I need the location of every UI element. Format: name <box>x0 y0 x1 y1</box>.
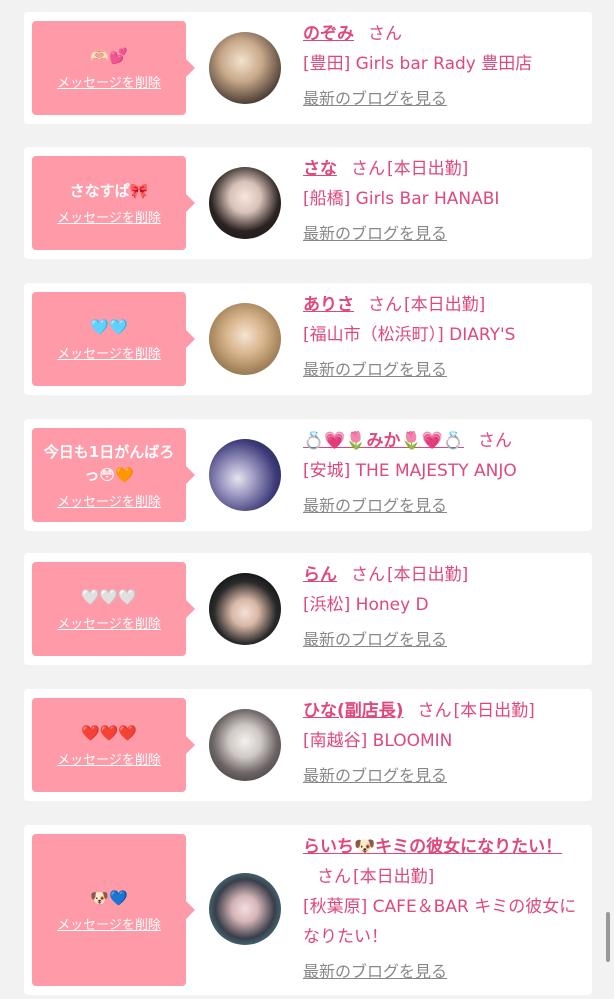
list-item: ❤️❤️❤️ メッセージを削除 ひな(副店長) さん [本日出勤] [南越谷] BL… <box>24 689 592 801</box>
profile-info: らん さん [本日出勤] [浜松] Honey D 最新のブログを見る <box>303 560 584 650</box>
girl-name-link[interactable]: ありさ <box>303 295 354 315</box>
message-bubble: 🫶🏻💕 メッセージを削除 <box>32 21 195 115</box>
list-item: 🫶🏻💕 メッセージを削除 のぞみ さん [豊田] Girls bar Rady 豊… <box>24 12 592 124</box>
status-text: [本日出勤] <box>404 295 486 315</box>
status-text: [本日出勤] <box>453 701 535 721</box>
message-text: 🤍🤍🤍 <box>80 588 138 606</box>
girl-name-link[interactable]: らいち🐶キミの彼女になりたい！ <box>303 837 562 857</box>
profile-info: ひな(副店長) さん [本日出勤] [南越谷] BLOOMIN 最新のブログを見る <box>303 696 584 786</box>
delete-message-link[interactable]: メッセージを削除 <box>57 207 161 226</box>
girl-name-link[interactable]: のぞみ <box>303 24 354 44</box>
list-item: 🐶💙 メッセージを削除 らいち🐶キミの彼女になりたい！ さん [本日出勤] [秋葉原… <box>24 825 592 995</box>
list-item: 今日も1日がんばろっ😳🧡 メッセージを削除 💍💗🌷みか🌷💗💍 さん [安城] TH… <box>24 419 592 531</box>
latest-blog-link[interactable]: 最新のブログを見る <box>303 85 447 109</box>
status-text: [本日出勤] <box>353 867 435 887</box>
message-text: 今日も1日がんばろっ😳🧡 <box>43 442 175 484</box>
girl-name-link[interactable]: らん <box>303 565 337 585</box>
latest-blog-link[interactable]: 最新のブログを見る <box>303 356 447 380</box>
delete-message-link[interactable]: メッセージを削除 <box>57 749 161 768</box>
avatar[interactable] <box>209 167 281 239</box>
shop-name: [福山市（松浜町）] DIARY'S <box>303 325 516 345</box>
message-bubble: 🤍🤍🤍 メッセージを削除 <box>32 562 195 656</box>
latest-blog-link[interactable]: 最新のブログを見る <box>303 762 447 786</box>
shop-name: [豊田] Girls bar Rady 豊田店 <box>303 54 533 74</box>
list-item: さなすぱ🎀 メッセージを削除 さな さん [本日出勤] [船橋] Girls Bar… <box>24 147 592 259</box>
honorific: さん <box>351 565 385 585</box>
shop-name: [船橋] Girls Bar HANABI <box>303 189 500 209</box>
shop-name: [秋葉原] CAFE＆BAR キミの彼女になりたい！ <box>303 897 577 947</box>
girl-name-link[interactable]: ひな(副店長) <box>303 701 404 721</box>
girl-name-link[interactable]: さな <box>303 159 337 179</box>
shop-name: [南越谷] BLOOMIN <box>303 731 453 751</box>
message-bubble: ❤️❤️❤️ メッセージを削除 <box>32 698 195 792</box>
message-text: さなすぱ🎀 <box>69 182 149 200</box>
avatar[interactable] <box>209 873 281 945</box>
list-item: 🤍🤍🤍 メッセージを削除 らん さん [本日出勤] [浜松] Honey D 最新の… <box>24 553 592 665</box>
honorific: さん <box>368 295 402 315</box>
delete-message-link[interactable]: メッセージを削除 <box>57 613 161 632</box>
latest-blog-link[interactable]: 最新のブログを見る <box>303 492 447 516</box>
girl-name-link[interactable]: 💍💗🌷みか🌷💗💍 <box>303 431 464 451</box>
scrollbar[interactable] <box>606 912 610 962</box>
profile-info: らいち🐶キミの彼女になりたい！ さん [本日出勤] [秋葉原] CAFE＆BAR キ… <box>303 832 584 982</box>
honorific: さん <box>368 24 402 44</box>
delete-message-link[interactable]: メッセージを削除 <box>57 914 161 933</box>
list-item: 🩵🩵 メッセージを削除 ありさ さん [本日出勤] [福山市（松浜町）] DIARY… <box>24 283 592 395</box>
shop-name: [安城] THE MAJESTY ANJO <box>303 461 517 481</box>
latest-blog-link[interactable]: 最新のブログを見る <box>303 958 447 982</box>
avatar[interactable] <box>209 573 281 645</box>
avatar[interactable] <box>209 439 281 511</box>
honorific: さん <box>478 431 513 451</box>
shop-name: [浜松] Honey D <box>303 595 429 615</box>
honorific: さん <box>417 701 452 721</box>
avatar[interactable] <box>209 303 281 375</box>
status-text: [本日出勤] <box>387 159 469 179</box>
message-bubble: さなすぱ🎀 メッセージを削除 <box>32 156 195 250</box>
status-text: [本日出勤] <box>387 565 469 585</box>
message-text: ❤️❤️❤️ <box>80 724 138 742</box>
delete-message-link[interactable]: メッセージを削除 <box>57 343 161 362</box>
message-bubble: 🐶💙 メッセージを削除 <box>32 834 195 986</box>
message-bubble: 今日も1日がんばろっ😳🧡 メッセージを削除 <box>32 428 195 522</box>
delete-message-link[interactable]: メッセージを削除 <box>57 72 161 91</box>
delete-message-link[interactable]: メッセージを削除 <box>57 491 161 510</box>
latest-blog-link[interactable]: 最新のブログを見る <box>303 220 447 244</box>
message-text: 🐶💙 <box>90 889 128 907</box>
avatar[interactable] <box>209 709 281 781</box>
avatar[interactable] <box>209 32 281 104</box>
profile-info: ありさ さん [本日出勤] [福山市（松浜町）] DIARY'S 最新のブログを見る <box>303 290 584 380</box>
message-text: 🩵🩵 <box>90 318 128 336</box>
honorific: さん <box>351 159 385 179</box>
honorific: さん <box>317 867 351 887</box>
profile-info: さな さん [本日出勤] [船橋] Girls Bar HANABI 最新のブログを… <box>303 154 584 244</box>
message-bubble: 🩵🩵 メッセージを削除 <box>32 292 195 386</box>
latest-blog-link[interactable]: 最新のブログを見る <box>303 626 447 650</box>
profile-info: 💍💗🌷みか🌷💗💍 さん [安城] THE MAJESTY ANJO 最新のブログを… <box>303 426 584 516</box>
profile-info: のぞみ さん [豊田] Girls bar Rady 豊田店 最新のブログを見る <box>303 19 584 109</box>
message-text: 🫶🏻💕 <box>90 47 128 65</box>
